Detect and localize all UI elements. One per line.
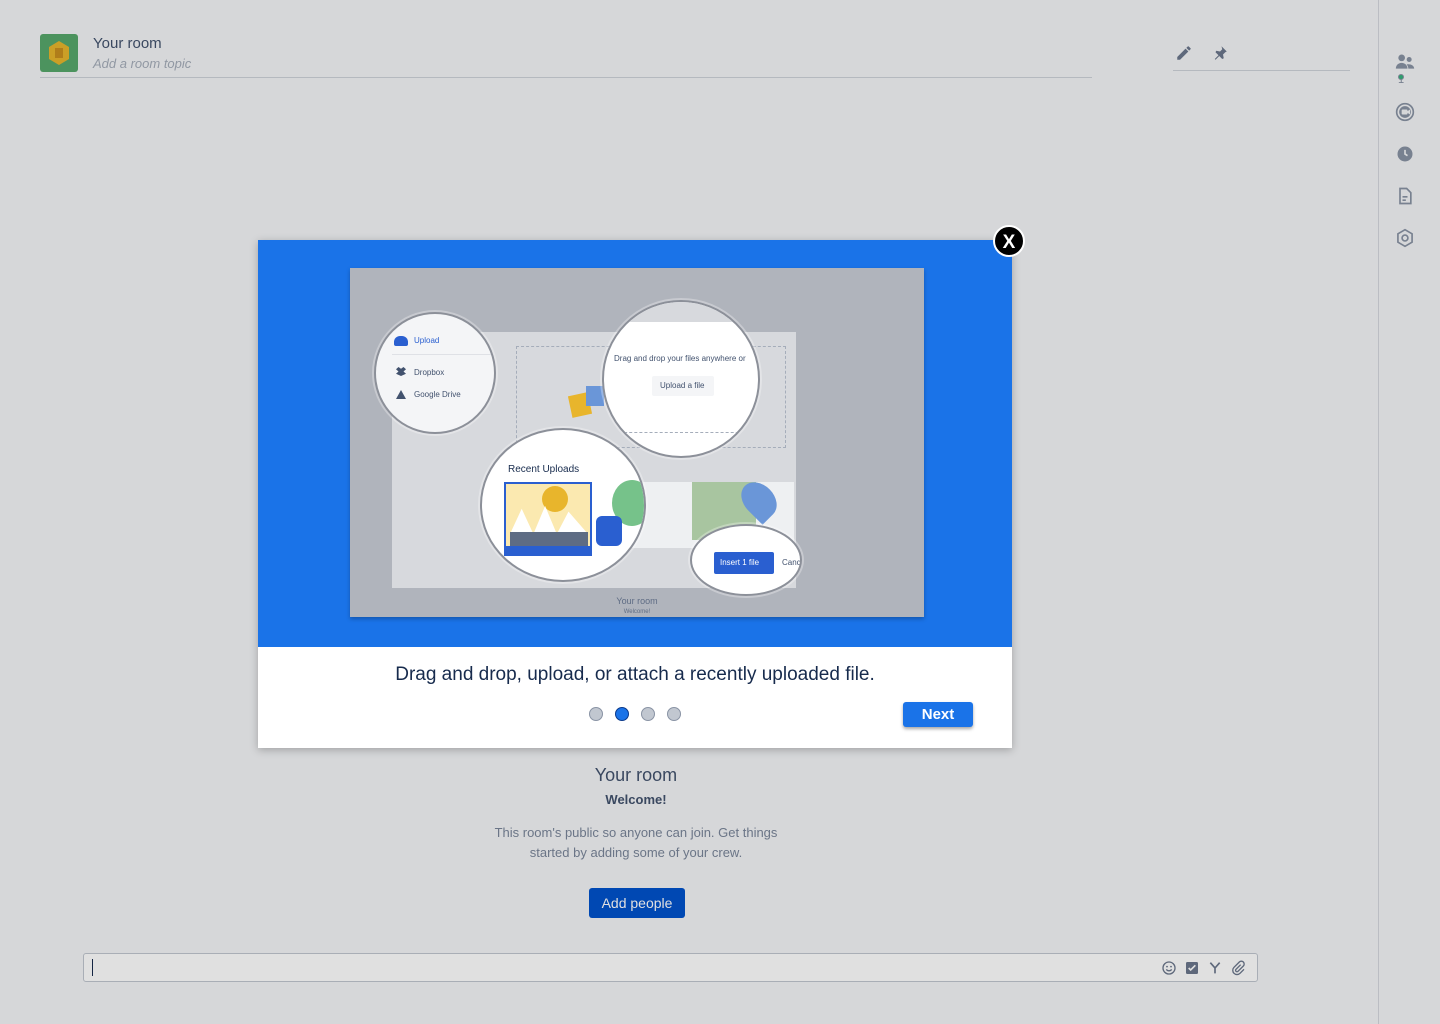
illustration-room-caption: Your room xyxy=(616,596,658,606)
modal-description: Drag and drop, upload, or attach a recen… xyxy=(395,664,875,685)
magnifier-upload-menu: Upload Dropbox Google Drive xyxy=(374,312,496,434)
cloud-upload-icon xyxy=(394,336,408,346)
illustration-welcome-caption: Welcome! xyxy=(623,609,651,615)
next-button[interactable]: Next xyxy=(903,702,973,727)
magnifier-recent-uploads: Recent Uploads xyxy=(480,428,646,582)
magnifier-insert-button: Insert 1 file Canc xyxy=(690,524,802,596)
step-dot-4[interactable] xyxy=(667,707,681,721)
onboarding-modal: Upload Dropbox Google Drive Drag and dro… xyxy=(258,240,1012,748)
illustration-screenshot: Upload Dropbox Google Drive Drag and dro… xyxy=(350,268,924,617)
close-modal-button[interactable]: X xyxy=(993,225,1025,257)
step-dot-2[interactable] xyxy=(615,707,629,721)
dropbox-icon xyxy=(396,367,406,376)
opera-house-thumbnail xyxy=(504,482,592,556)
modal-hero: Upload Dropbox Google Drive Drag and dro… xyxy=(258,240,1012,647)
google-drive-icon xyxy=(396,390,406,399)
step-dot-3[interactable] xyxy=(641,707,655,721)
step-dot-1[interactable] xyxy=(589,707,603,721)
magnifier-drag-drop: Drag and drop your files anywhere or Upl… xyxy=(602,300,760,458)
